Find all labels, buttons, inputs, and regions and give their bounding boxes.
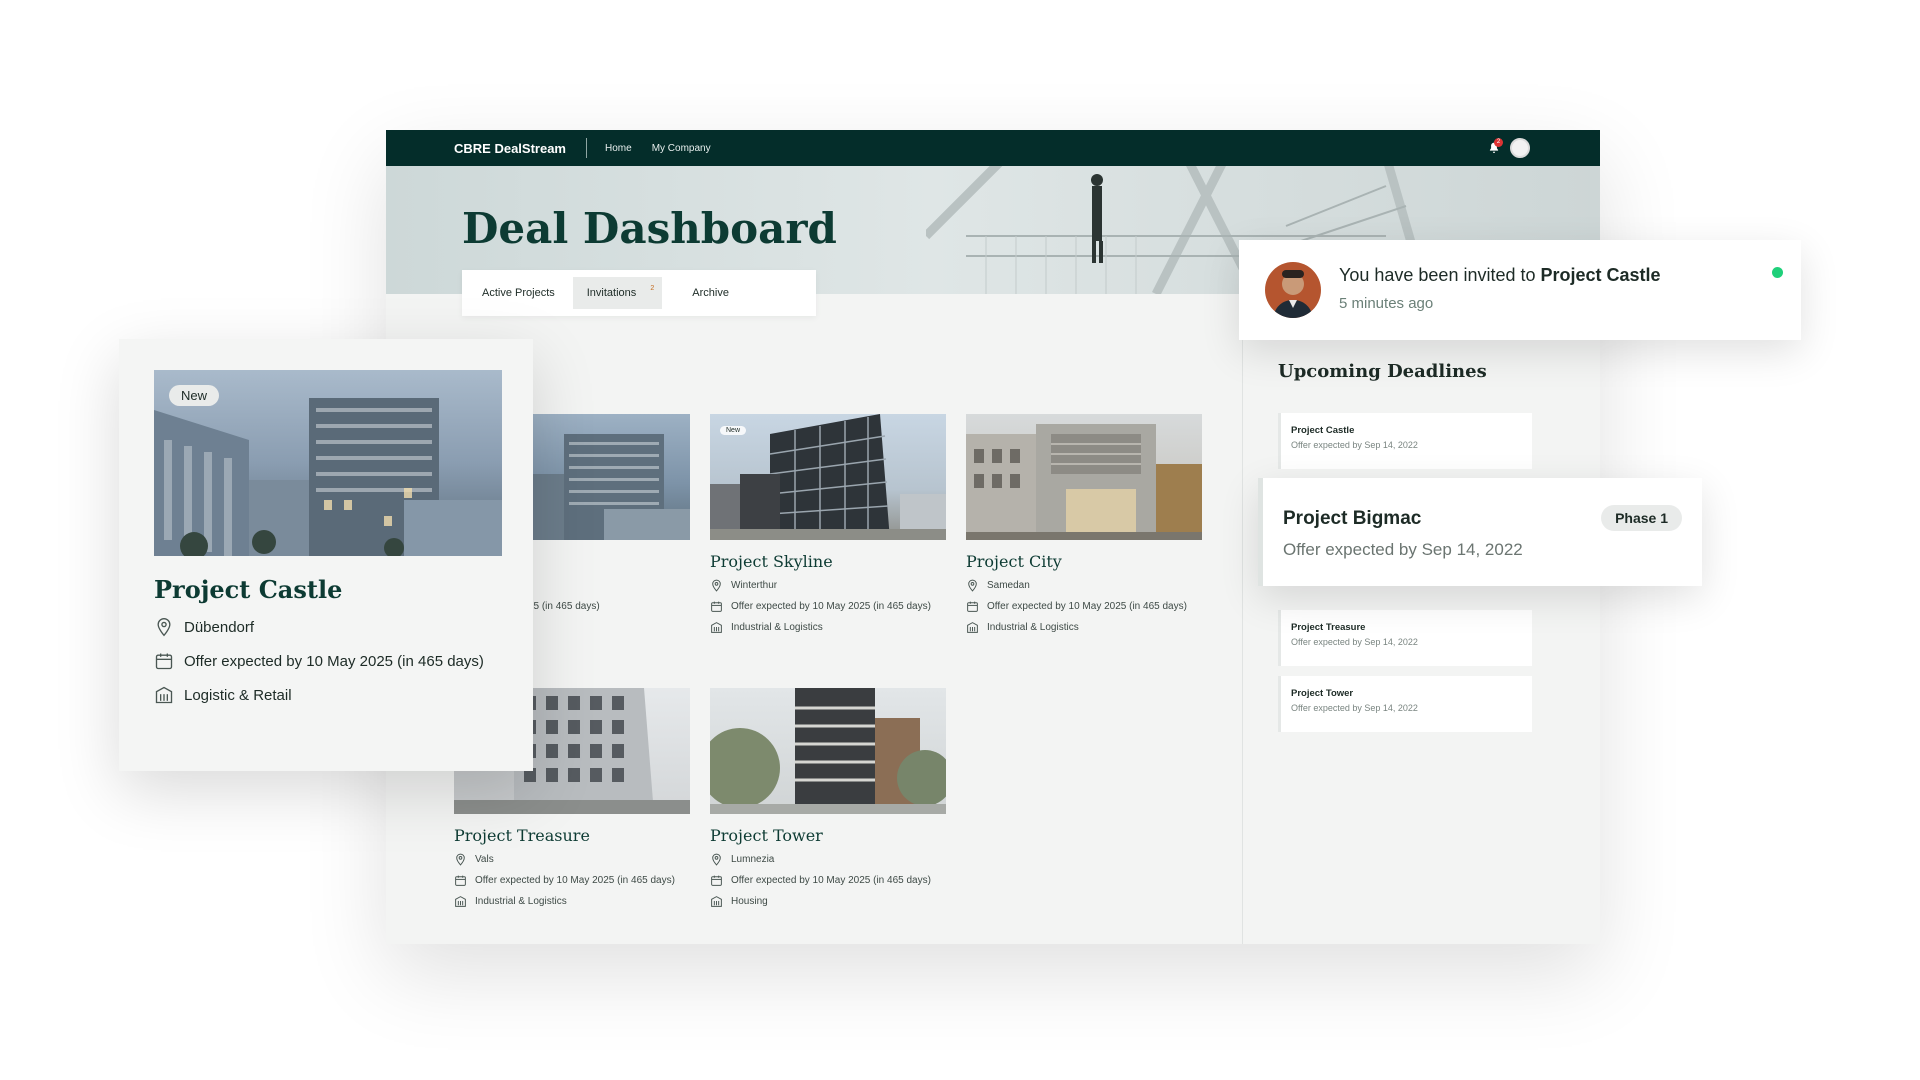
location-pin-icon — [712, 579, 721, 592]
notification-prefix: You have been invited to — [1339, 265, 1541, 285]
featured-project-image: New — [154, 370, 502, 556]
invitations-count: 2 — [650, 285, 655, 292]
tab-invitations-label: Invitations — [586, 287, 637, 299]
notification-project[interactable]: Project Castle — [1541, 265, 1661, 285]
nav-home[interactable]: Home — [605, 143, 632, 154]
new-badge: New — [169, 385, 220, 406]
project-category: Industrial & Logistics — [710, 621, 946, 634]
user-avatar[interactable] — [1510, 138, 1530, 158]
phase-badge: Phase 1 — [1601, 505, 1682, 531]
deadline-item[interactable]: Project Tower Offer expected by Sep 14, … — [1278, 676, 1532, 732]
project-location: Lumnezia — [710, 853, 946, 866]
tab-invitations[interactable]: Invitations 2 — [572, 277, 663, 309]
building-icon — [967, 622, 978, 633]
deadline-item[interactable]: Project Treasure Offer expected by Sep 1… — [1278, 610, 1532, 666]
featured-project-title: Project Castle — [154, 575, 343, 604]
location-pin-icon — [456, 853, 465, 866]
dashboard-tabs: Active Projects Invitations 2 Archive — [462, 270, 816, 316]
project-category-text: Industrial & Logistics — [987, 622, 1079, 633]
project-title: Project Tower — [710, 826, 823, 845]
project-offer: Offer expected by 10 May 2025 (in 465 da… — [966, 600, 1202, 613]
project-offer-text: Offer expected by 10 May 2025 (in 465 da… — [987, 601, 1187, 612]
building-icon — [711, 622, 722, 633]
inviter-avatar — [1265, 262, 1321, 318]
invitation-notification[interactable]: You have been invited to Project Castle … — [1239, 240, 1801, 340]
project-title: Project Skyline — [710, 552, 833, 571]
featured-location: Dübendorf — [154, 617, 254, 637]
calendar-icon — [711, 875, 722, 886]
project-card-city[interactable]: Project City Samedan Offer expected by 1… — [966, 414, 1202, 634]
featured-offer-text: Offer expected by 10 May 2025 (in 465 da… — [184, 652, 484, 670]
deadline-name: Project Tower — [1291, 688, 1354, 699]
nav-my-company[interactable]: My Company — [652, 143, 711, 154]
featured-offer: Offer expected by 10 May 2025 (in 465 da… — [154, 651, 484, 671]
featured-location-text: Dübendorf — [184, 618, 255, 636]
calendar-icon — [155, 653, 173, 670]
featured-category-text: Logistic & Retail — [184, 686, 292, 704]
building-icon — [455, 896, 466, 907]
calendar-icon — [711, 601, 722, 612]
project-location-text: Samedan — [987, 580, 1030, 591]
project-offer: Offer expected by 10 May 2025 (in 465 da… — [710, 874, 946, 887]
project-title: Project Treasure — [454, 826, 590, 845]
project-title: Project City — [966, 552, 1062, 571]
project-offer-text: Offer expected by 10 May 2025 (in 465 da… — [475, 875, 675, 886]
project-offer: Offer expected by 10 May 2025 (in 465 da… — [454, 874, 690, 887]
calendar-icon — [455, 875, 466, 886]
project-card-tower[interactable]: Project Tower Lumnezia Offer expected by… — [710, 688, 946, 908]
project-location: Vals — [454, 853, 690, 866]
tab-active-projects[interactable]: Active Projects — [468, 277, 569, 309]
building-icon — [155, 686, 173, 704]
project-category: Industrial & Logistics — [966, 621, 1202, 634]
project-image — [966, 414, 1202, 540]
notifications-button[interactable]: 2 — [1484, 138, 1504, 158]
location-pin-icon — [712, 853, 721, 866]
notification-message: You have been invited to Project Castle — [1339, 265, 1661, 286]
project-location-text: Lumnezia — [731, 854, 775, 865]
deadline-name: Project Castle — [1291, 425, 1355, 436]
sidebar-divider — [1242, 294, 1243, 944]
deadline-date: Offer expected by Sep 14, 2022 — [1283, 540, 1523, 559]
building-icon — [711, 896, 722, 907]
location-pin-icon — [157, 617, 171, 637]
deadlines-title: Upcoming Deadlines — [1278, 361, 1487, 382]
topbar-actions: 2 — [1484, 138, 1530, 158]
featured-project-card[interactable]: New Project Castle Dübendorf Offer expec… — [119, 339, 533, 771]
project-category-text: Housing — [731, 896, 768, 907]
project-image — [710, 688, 946, 814]
project-location-text: Vals — [475, 854, 494, 865]
deadline-date: Offer expected by Sep 14, 2022 — [1291, 637, 1418, 647]
location-pin-icon — [968, 579, 977, 592]
top-navigation: CBRE DealStream Home My Company 2 — [386, 130, 1600, 166]
online-status-dot — [1772, 267, 1783, 278]
project-offer: Offer expected by 10 May 2025 (in 465 da… — [710, 600, 946, 613]
project-offer-text: Offer expected by 10 May 2025 (in 465 da… — [731, 875, 931, 886]
project-location: Samedan — [966, 579, 1202, 592]
deadline-date: Offer expected by Sep 14, 2022 — [1291, 440, 1418, 450]
deadline-name: Project Bigmac — [1283, 508, 1422, 529]
tab-archive[interactable]: Archive — [678, 277, 743, 309]
project-offer-text: Offer expected by 10 May 2025 (in 465 da… — [731, 601, 931, 612]
project-category-text: Industrial & Logistics — [731, 622, 823, 633]
nav-divider — [586, 138, 587, 158]
project-location-text: Winterthur — [731, 580, 778, 591]
notification-time: 5 minutes ago — [1339, 295, 1434, 312]
project-category: Industrial & Logistics — [454, 895, 690, 908]
project-location: Winterthur — [710, 579, 946, 592]
calendar-icon — [967, 601, 978, 612]
project-card-skyline[interactable]: New Project Skyline Winterthur Offer exp… — [710, 414, 946, 634]
new-badge: New — [720, 426, 747, 435]
notification-badge: 2 — [1494, 138, 1503, 147]
brand-logo[interactable]: CBRE DealStream — [454, 141, 566, 156]
page-title: Deal Dashboard — [462, 204, 837, 253]
deadline-name: Project Treasure — [1291, 622, 1366, 633]
project-category: Housing — [710, 895, 946, 908]
deadline-date: Offer expected by Sep 14, 2022 — [1291, 703, 1418, 713]
deadline-item[interactable]: Project Castle Offer expected by Sep 14,… — [1278, 413, 1532, 469]
featured-category: Logistic & Retail — [154, 685, 292, 705]
deadline-expanded-card[interactable]: Project Bigmac Offer expected by Sep 14,… — [1258, 478, 1702, 586]
project-image: New — [710, 414, 946, 540]
project-category-text: Industrial & Logistics — [475, 896, 567, 907]
